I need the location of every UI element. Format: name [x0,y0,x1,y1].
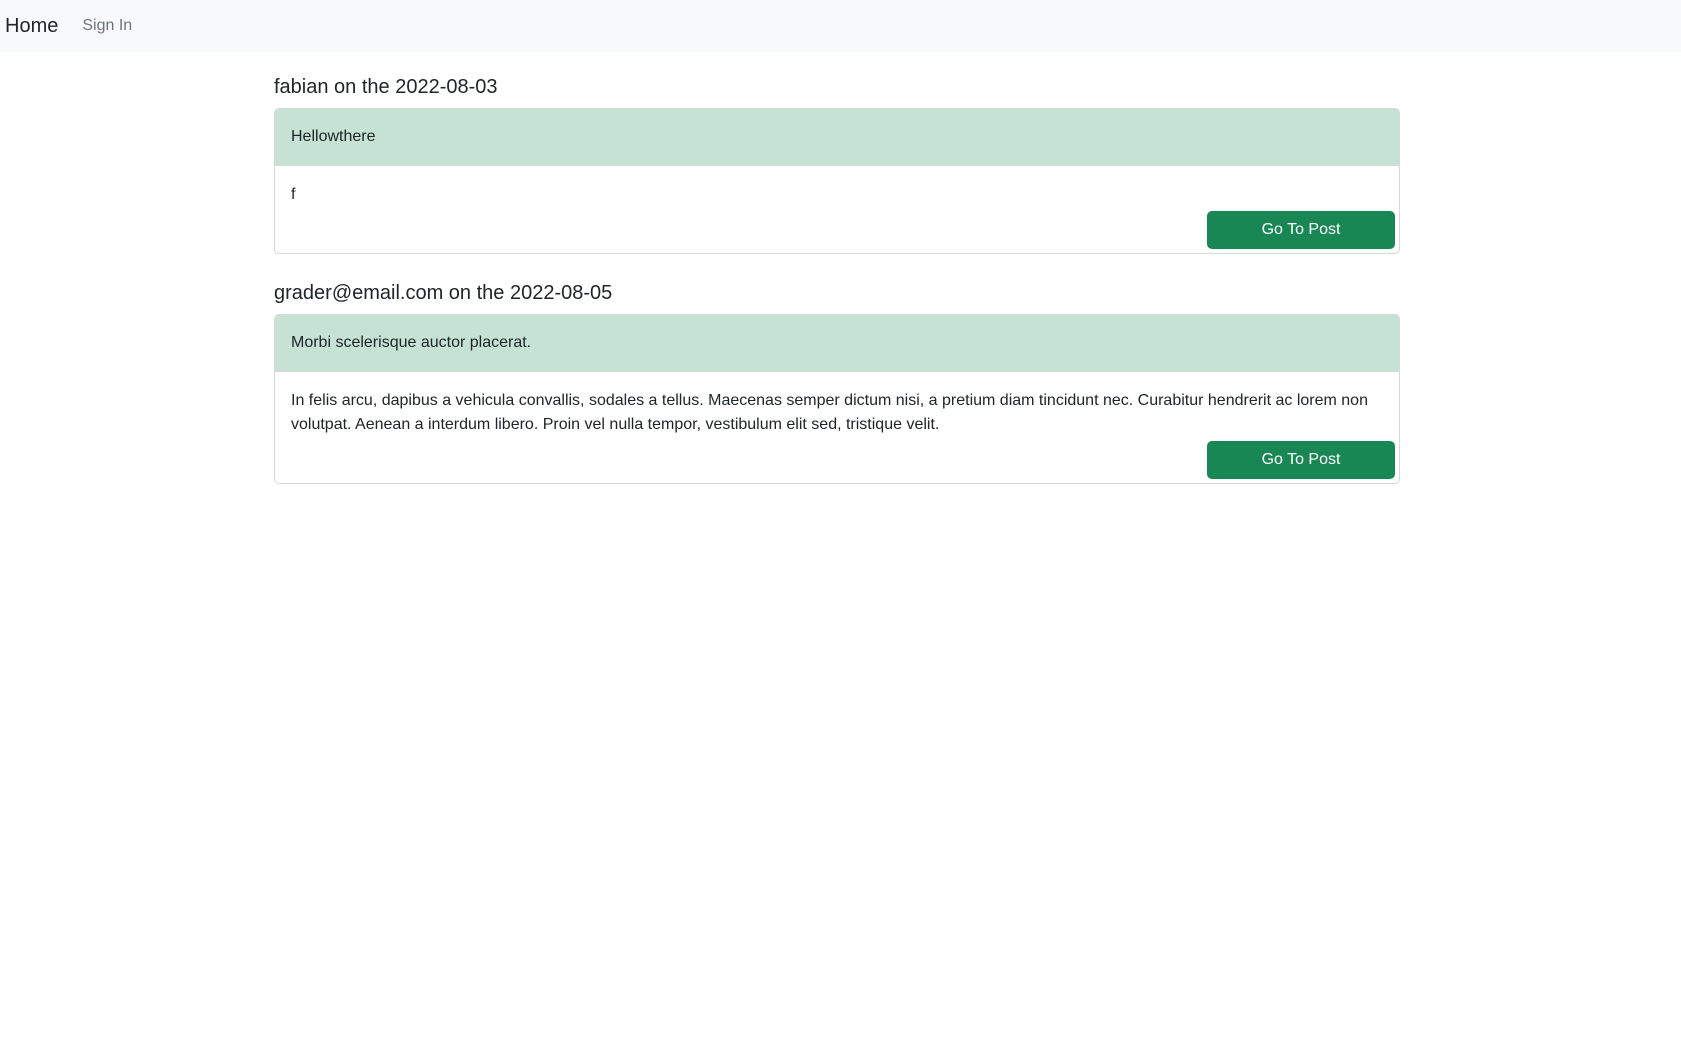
post-author-date: grader@email.com on the 2022-08-05 [274,282,613,304]
post-title: Morbi scelerisque auctor placerat. [275,315,1399,372]
post-item: grader@email.com on the 2022-08-05 Morbi… [274,280,1400,484]
post-card-footer: Go To Post [275,211,1399,253]
post-body: f [291,186,296,203]
go-to-post-button[interactable]: Go To Post [1207,211,1395,249]
nav-home-link[interactable]: Home [5,15,58,38]
navbar: Home Sign In [0,0,1681,52]
post-card: Morbi scelerisque auctor placerat. In fe… [274,314,1400,484]
post-card: Hellowthere f Go To Post [274,108,1400,254]
post-title: Hellowthere [275,109,1399,166]
post-body: In felis arcu, dapibus a vehicula conval… [291,392,1368,433]
post-item: fabian on the 2022-08-03 Hellowthere f G… [274,74,1400,254]
post-author-date: fabian on the 2022-08-03 [274,76,498,98]
go-to-post-button[interactable]: Go To Post [1207,441,1395,479]
post-card-footer: Go To Post [275,441,1399,483]
nav-sign-in-link[interactable]: Sign In [82,17,132,35]
post-list: fabian on the 2022-08-03 Hellowthere f G… [274,52,1400,484]
